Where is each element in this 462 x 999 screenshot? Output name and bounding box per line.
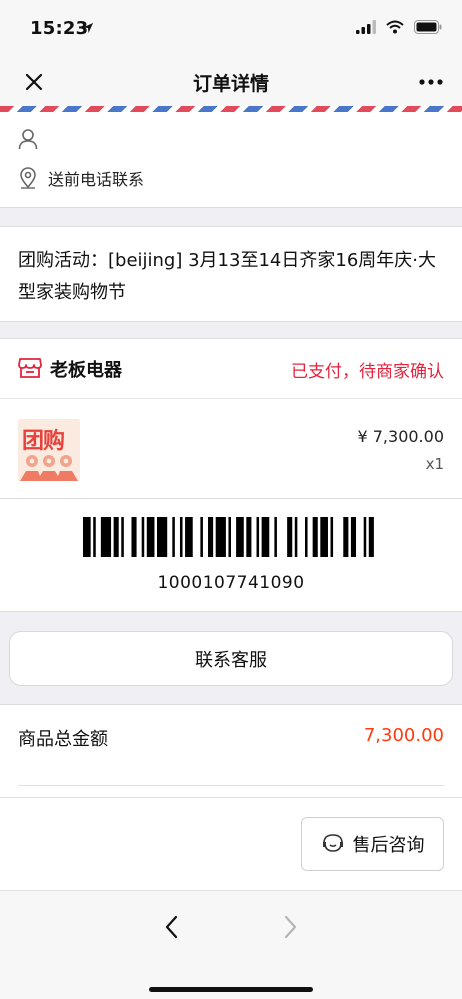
barcode-bar [141, 517, 145, 557]
customer-service-icon [322, 834, 343, 852]
barcode-bar [236, 517, 244, 557]
contact-section: 送前电话联系 [0, 112, 462, 208]
store-row[interactable]: 老板电器 已支付，待商家确认 [0, 339, 462, 399]
status-bar: 15:23 [0, 0, 462, 58]
after-sales-button[interactable]: 售后咨询 [301, 817, 444, 871]
barcode-bar [100, 517, 112, 557]
barcode-bar [368, 517, 374, 557]
battery-icon [414, 20, 442, 34]
barcode-bar [305, 517, 308, 557]
barcode-bar [215, 517, 226, 557]
barcode-section: 1000107741090 [0, 498, 462, 612]
barcode-bar [330, 517, 334, 557]
more-icon[interactable] [416, 70, 446, 94]
back-chevron-icon[interactable] [160, 913, 184, 941]
contact-person-row [18, 128, 38, 150]
barcode-bar [208, 517, 214, 557]
total-amount: 7,300.00 [363, 725, 444, 746]
forward-chevron-icon[interactable] [278, 913, 302, 941]
nav-bar: 订单详情 [0, 58, 462, 106]
barcode-bar [179, 517, 183, 557]
barcode-bar [246, 517, 252, 557]
barcode-bar [93, 517, 96, 557]
barcode [83, 517, 374, 557]
barcode-bar [320, 517, 328, 557]
user-icon [18, 129, 38, 150]
order-status: 已支付，待商家确认 [291, 362, 444, 382]
wifi-icon [386, 20, 404, 34]
total-label: 商品总金额 [18, 729, 108, 750]
barcode-bar [261, 517, 270, 557]
location-arrow-icon [83, 23, 93, 33]
barcode-bar [185, 517, 193, 557]
product-price: ¥ 7,300.00 [357, 427, 444, 446]
store-icon [18, 358, 42, 378]
group-buy-graphic [20, 455, 78, 481]
barcode-bar [256, 517, 260, 557]
barcode-bar [274, 517, 277, 557]
barcode-bar [228, 517, 231, 557]
barcode-bar [363, 517, 367, 557]
divider [0, 797, 462, 798]
barcode-bar [294, 517, 298, 557]
barcode-bar [200, 517, 203, 557]
store-name: 老板电器 [50, 360, 122, 381]
activity-title: 团购活动：[beijing] 3月13至14日齐家16周年庆·大型家装购物节 [18, 250, 436, 303]
total-section: 商品总金额 7,300.00 售后咨询 [0, 704, 462, 890]
divider [18, 785, 444, 786]
page-title: 订单详情 [192, 73, 269, 95]
barcode-bar [121, 517, 124, 557]
barcode-bar [83, 517, 91, 557]
home-indicator [149, 987, 313, 992]
barcode-number: 1000107741090 [157, 573, 305, 593]
barcode-bar [157, 517, 168, 557]
contact-note-row: 送前电话联系 [18, 166, 144, 190]
after-sales-label: 售后咨询 [352, 835, 425, 856]
delivery-note: 送前电话联系 [48, 170, 145, 189]
product-quantity: x1 [425, 455, 444, 473]
status-time: 15:23 [30, 18, 89, 39]
product-thumbnail[interactable]: 团购 [18, 419, 80, 481]
barcode-bar [350, 517, 357, 557]
signal-icon [356, 20, 376, 34]
barcode-bar [312, 517, 318, 557]
contact-service-button[interactable]: 联系客服 [9, 631, 453, 686]
status-indicators [356, 20, 442, 34]
barcode-bar [131, 517, 137, 557]
bottom-toolbar [0, 890, 462, 999]
store-section: 老板电器 已支付，待商家确认 团购 ¥ 7,300.00 x1 [0, 338, 462, 516]
barcode-bar [113, 517, 119, 557]
activity-section: 团购活动：[beijing] 3月13至14日齐家16周年庆·大型家装购物节 [0, 226, 462, 322]
barcode-bar [343, 517, 349, 557]
barcode-bar [146, 517, 155, 557]
barcode-bar [287, 517, 293, 557]
location-pin-icon [20, 167, 36, 189]
barcode-bar [172, 517, 175, 557]
